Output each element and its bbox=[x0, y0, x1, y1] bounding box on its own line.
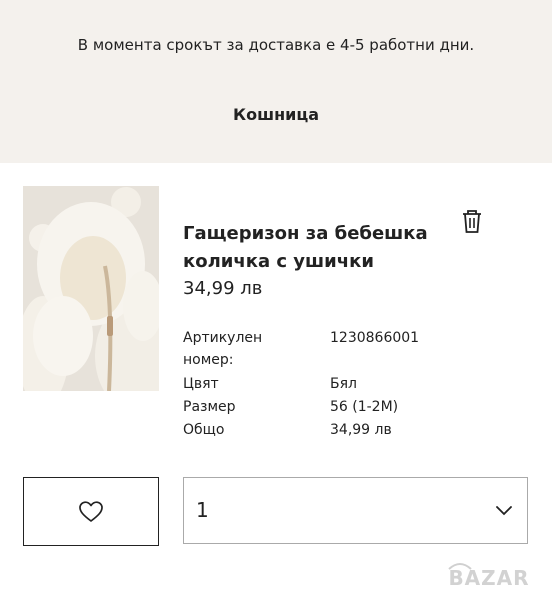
product-image[interactable] bbox=[23, 186, 159, 391]
baby-overall-image bbox=[23, 186, 159, 391]
watermark-logo: BAZAR bbox=[434, 555, 544, 595]
trash-icon bbox=[463, 210, 481, 233]
product-price: 34,99 лв bbox=[183, 278, 263, 299]
quantity-value: 1 bbox=[196, 498, 209, 522]
info-banner: В момента срокът за доставка е 4-5 работ… bbox=[0, 0, 552, 163]
product-name[interactable]: Гащеризон за бебешка количка с ушички bbox=[183, 220, 453, 276]
detail-value-total: 34,99 лв bbox=[330, 422, 392, 438]
detail-value-article: 1230866001 bbox=[330, 330, 420, 346]
detail-value-color: Бял bbox=[330, 376, 357, 392]
delivery-notice: В момента срокът за доставка е 4-5 работ… bbox=[77, 36, 475, 54]
detail-label-total: Общо bbox=[183, 422, 225, 438]
page-title: Кошница bbox=[233, 105, 319, 124]
detail-label-color: Цвят bbox=[183, 376, 219, 392]
detail-value-size: 56 (1-2M) bbox=[330, 399, 399, 415]
quantity-select[interactable]: 1 bbox=[183, 477, 528, 544]
chevron-down-icon bbox=[496, 506, 512, 516]
delete-button[interactable] bbox=[460, 208, 484, 234]
detail-label-size: Размер bbox=[183, 399, 236, 415]
add-to-favorites-button[interactable] bbox=[23, 477, 159, 546]
detail-label-article: Артикулен номер: bbox=[183, 330, 263, 368]
svg-text:BAZAR: BAZAR bbox=[448, 566, 529, 590]
heart-icon bbox=[79, 500, 103, 522]
